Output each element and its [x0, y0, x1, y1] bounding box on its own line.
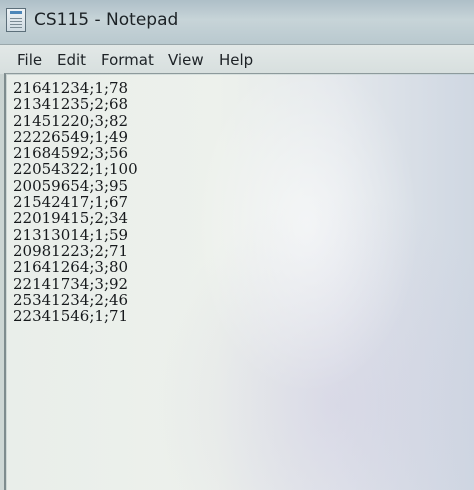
menu-help[interactable]: Help: [219, 51, 253, 69]
menu-format[interactable]: Format: [101, 51, 154, 69]
menu-bar: File Edit Format View Help: [0, 44, 474, 74]
text-line: 21341235;2;68: [13, 95, 129, 114]
text-line: 21641234;1;78: [13, 79, 129, 97]
text-line: 22054322;1;100: [13, 160, 138, 179]
window-title: CS115 - Notepad: [34, 10, 179, 30]
text-line: 21313014;1;59: [13, 225, 129, 244]
text-line: 22141734;3;92: [13, 274, 129, 293]
text-line: 25341234;2;46: [13, 290, 129, 309]
text-line: 20981223;2;71: [13, 241, 129, 260]
text-editor[interactable]: 21641234;1;78 21341235;2;68 21451220;3;8…: [7, 75, 474, 490]
menu-edit[interactable]: Edit: [57, 51, 86, 69]
text-line: 22226549;1;49: [13, 127, 129, 146]
title-bar[interactable]: CS115 - Notepad: [0, 0, 474, 44]
text-line: 22341546;1;71: [13, 307, 129, 326]
editor-content[interactable]: 21641234;1;78 21341235;2;68 21451220;3;8…: [7, 75, 474, 326]
text-line: 21641264;3;80: [13, 258, 129, 277]
menu-file[interactable]: File: [17, 51, 42, 69]
text-line: 22019415;2;34: [13, 209, 129, 228]
text-line: 21542417;1;67: [13, 193, 129, 212]
menu-view[interactable]: View: [168, 51, 204, 69]
notepad-window: CS115 - Notepad File Edit Format View He…: [0, 0, 474, 490]
notepad-icon[interactable]: [6, 8, 26, 32]
text-line: 21684592;3;56: [13, 144, 129, 163]
text-line: 21451220;3;82: [13, 111, 129, 130]
text-line: 20059654;3;95: [13, 176, 129, 195]
